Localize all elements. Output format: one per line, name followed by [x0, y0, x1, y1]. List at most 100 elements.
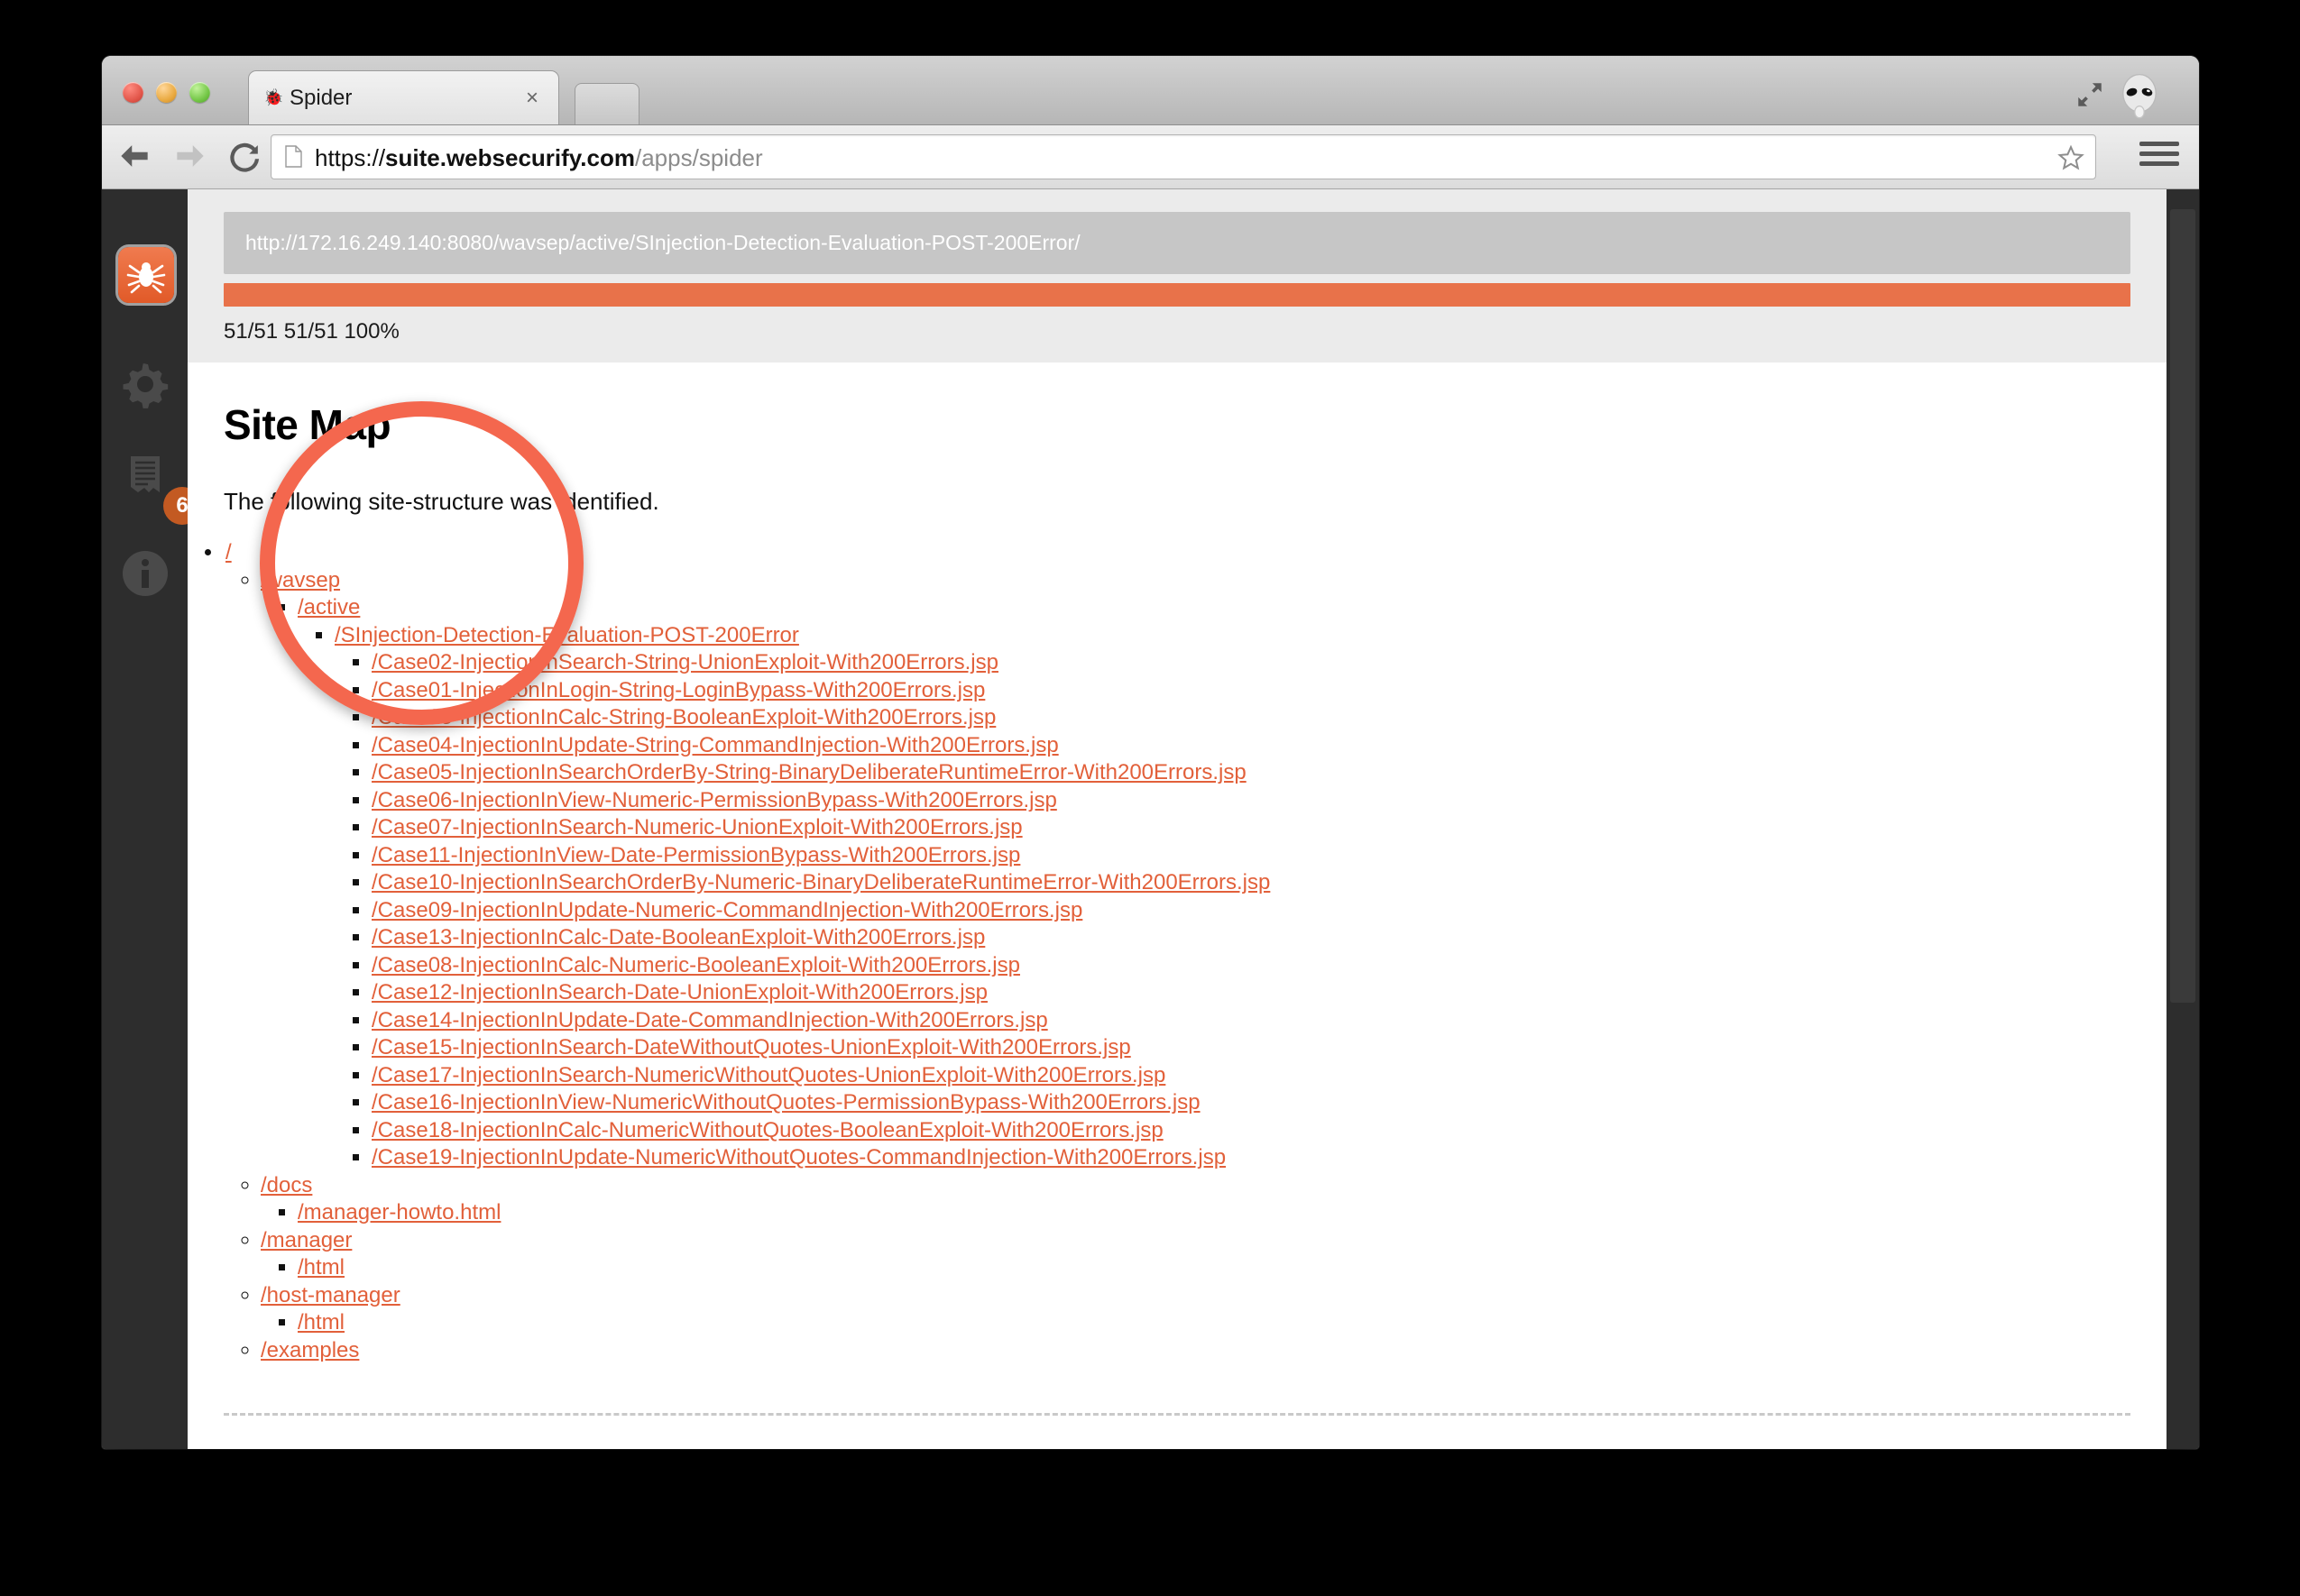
tree-node-case: /Case17-InjectionInSearch-NumericWithout…	[372, 1062, 2130, 1090]
progress-bar	[224, 283, 2130, 307]
tree-level-2: /active /SInjection-Detection-Evaluation…	[261, 594, 2130, 1172]
tree-node-case: /Case15-InjectionInSearch-DateWithoutQuo…	[372, 1034, 2130, 1062]
tree-level-1: /wavsep /active /SInjection-Detection-Ev…	[224, 567, 2130, 1365]
tree-node-case: /Case14-InjectionInUpdate-Date-CommandIn…	[372, 1007, 2130, 1035]
url-scheme: https://	[315, 144, 386, 171]
expand-icon[interactable]	[2075, 79, 2105, 110]
tree-node-case: /Case02-InjectionInSearch-String-UnionEx…	[372, 649, 2130, 677]
url-host: suite.websecurify.com	[385, 144, 635, 171]
tree-link-manager-howto[interactable]: /manager-howto.html	[298, 1200, 501, 1225]
tree-link-case[interactable]: /Case01-InjectionInLogin-String-LoginByp…	[372, 678, 985, 702]
scrollbar-track[interactable]	[2167, 189, 2199, 1449]
tree-node-case: /Case16-InjectionInView-NumericWithoutQu…	[372, 1089, 2130, 1117]
spider-icon	[126, 262, 166, 294]
document-area: Site Map The following site-structure wa…	[188, 362, 2167, 1416]
page-subtitle: The following site-structure was identif…	[224, 488, 659, 515]
page-title: Site Map	[224, 401, 391, 448]
window-minimize-button[interactable]	[156, 82, 177, 103]
tree-link-case[interactable]: /Case14-InjectionInUpdate-Date-CommandIn…	[372, 1008, 1048, 1032]
tree-link-case[interactable]: /Case03-InjectionInCalc-String-BooleanEx…	[372, 705, 996, 729]
tree-node-manager-howto: /manager-howto.html	[298, 1199, 2130, 1227]
tree-link-case[interactable]: /Case08-InjectionInCalc-Numeric-BooleanE…	[372, 953, 1020, 977]
window-maximize-button[interactable]	[189, 82, 210, 103]
tree-level-3: /SInjection-Detection-Evaluation-POST-20…	[298, 622, 2130, 1172]
app-body: 6 http://172.16.249.140:8080/wavsep/acti…	[102, 189, 2199, 1449]
sidebar-item-settings[interactable]	[118, 355, 172, 409]
back-button[interactable]	[115, 136, 154, 176]
tree-link-host-manager[interactable]: /host-manager	[261, 1283, 400, 1307]
tree-link-case[interactable]: /Case07-InjectionInSearch-Numeric-UnionE…	[372, 815, 1023, 839]
tree-link-root[interactable]: /	[225, 540, 232, 564]
tree-node-case: /Case19-InjectionInUpdate-NumericWithout…	[372, 1144, 2130, 1172]
tree-link-case[interactable]: /Case06-InjectionInView-Numeric-Permissi…	[372, 788, 1057, 812]
site-map-tree: / /wavsep /active /SInjection-De	[224, 539, 2130, 1364]
tree-link-case[interactable]: /Case18-InjectionInCalc-NumericWithoutQu…	[372, 1118, 1164, 1142]
tree-link-wavsep[interactable]: /wavsep	[261, 568, 340, 592]
report-icon	[131, 456, 160, 492]
browser-window: 🐞 Spider × https://suite.websecurify.com…	[102, 56, 2199, 1449]
progress-text: 51/51 51/51 100%	[224, 319, 400, 344]
tree-node-manager: /manager /html	[261, 1227, 2130, 1282]
tree-node-case: /Case09-InjectionInUpdate-Numeric-Comman…	[372, 897, 2130, 925]
info-icon	[123, 551, 168, 596]
forward-button[interactable]	[170, 136, 210, 176]
sidebar-item-report[interactable]: 6	[118, 451, 201, 525]
tree-node-root: / /wavsep /active /SInjection-De	[224, 539, 2130, 1364]
tree-node-host-manager: /host-manager /html	[261, 1282, 2130, 1337]
tree-node-case: /Case10-InjectionInSearchOrderBy-Numeric…	[372, 869, 2130, 897]
tree-link-host-manager-html[interactable]: /html	[298, 1310, 345, 1335]
close-icon[interactable]: ×	[526, 86, 538, 111]
tree-node-host-manager-html: /html	[298, 1309, 2130, 1337]
tab-label: Spider	[290, 86, 353, 110]
section-divider	[224, 1413, 2130, 1416]
browser-tab[interactable]: 🐞 Spider ×	[248, 70, 559, 124]
tree-link-case[interactable]: /Case16-InjectionInView-NumericWithoutQu…	[372, 1090, 1201, 1114]
tree-node-wavsep: /wavsep /active /SInjection-Detection-Ev…	[261, 567, 2130, 1172]
sidebar-item-spider[interactable]	[118, 247, 174, 303]
tree-node-case: /Case13-InjectionInCalc-Date-BooleanExpl…	[372, 924, 2130, 952]
tree-link-case[interactable]: /Case04-InjectionInUpdate-String-Command…	[372, 733, 1059, 757]
tree-link-manager-html[interactable]: /html	[298, 1255, 345, 1280]
tree-node-case: /Case12-InjectionInSearch-Date-UnionExpl…	[372, 979, 2130, 1007]
sidebar-item-info[interactable]	[118, 546, 172, 601]
tree-link-case[interactable]: /Case05-InjectionInSearchOrderBy-String-…	[372, 760, 1247, 784]
tree-link-case[interactable]: /Case09-InjectionInUpdate-Numeric-Comman…	[372, 898, 1082, 922]
browser-titlebar: 🐞 Spider ×	[102, 56, 2199, 125]
reload-button[interactable]	[226, 136, 266, 176]
gear-icon	[123, 363, 169, 408]
star-icon[interactable]	[2057, 144, 2084, 171]
browser-toolbar: https://suite.websecurify.com/apps/spide…	[102, 125, 2199, 189]
spider-icon: 🐞	[263, 88, 284, 106]
tree-link-manager[interactable]: /manager	[261, 1228, 352, 1252]
tree-link-case[interactable]: /Case02-InjectionInSearch-String-UnionEx…	[372, 650, 998, 674]
tree-link-examples[interactable]: /examples	[261, 1338, 359, 1362]
tree-node-case: /Case04-InjectionInUpdate-String-Command…	[372, 732, 2130, 760]
tree-node-case: /Case06-InjectionInView-Numeric-Permissi…	[372, 787, 2130, 815]
new-tab-button[interactable]	[575, 83, 639, 124]
alien-icon[interactable]	[2116, 72, 2163, 119]
tree-link-case[interactable]: /Case13-InjectionInCalc-Date-BooleanExpl…	[372, 925, 985, 949]
tree-link-case[interactable]: /Case12-InjectionInSearch-Date-UnionExpl…	[372, 980, 988, 1004]
page-icon	[285, 145, 302, 168]
scrollbar-thumb[interactable]	[2170, 209, 2195, 1003]
tree-link-case[interactable]: /Case17-InjectionInSearch-NumericWithout…	[372, 1063, 1165, 1087]
tree-link-case[interactable]: /Case15-InjectionInSearch-DateWithoutQuo…	[372, 1035, 1131, 1059]
tree-node-case: /Case07-InjectionInSearch-Numeric-UnionE…	[372, 814, 2130, 842]
menu-icon[interactable]	[2139, 142, 2179, 172]
tree-link-case[interactable]: /Case11-InjectionInView-Date-PermissionB…	[372, 843, 1020, 867]
tree-node-manager-html: /html	[298, 1254, 2130, 1282]
url-bar[interactable]: https://suite.websecurify.com/apps/spide…	[271, 134, 2096, 179]
tree-link-sinjection[interactable]: /SInjection-Detection-Evaluation-POST-20…	[335, 623, 799, 647]
tree-node-docs: /docs /manager-howto.html	[261, 1172, 2130, 1227]
tree-link-active[interactable]: /active	[298, 595, 360, 619]
tree-node-sinjection: /SInjection-Detection-Evaluation-POST-20…	[335, 622, 2130, 1172]
tree-node-case: /Case05-InjectionInSearchOrderBy-String-…	[372, 759, 2130, 787]
tree-link-case[interactable]: /Case19-InjectionInUpdate-NumericWithout…	[372, 1145, 1226, 1169]
tree-node-case: /Case18-InjectionInCalc-NumericWithoutQu…	[372, 1117, 2130, 1145]
window-close-button[interactable]	[123, 82, 143, 103]
tree-link-docs[interactable]: /docs	[261, 1173, 312, 1197]
url-path: /apps/spider	[635, 144, 763, 171]
case-list: /Case02-InjectionInSearch-String-UnionEx…	[335, 649, 2130, 1172]
tree-link-case[interactable]: /Case10-InjectionInSearchOrderBy-Numeric…	[372, 870, 1270, 894]
tree-node-examples: /examples	[261, 1337, 2130, 1365]
